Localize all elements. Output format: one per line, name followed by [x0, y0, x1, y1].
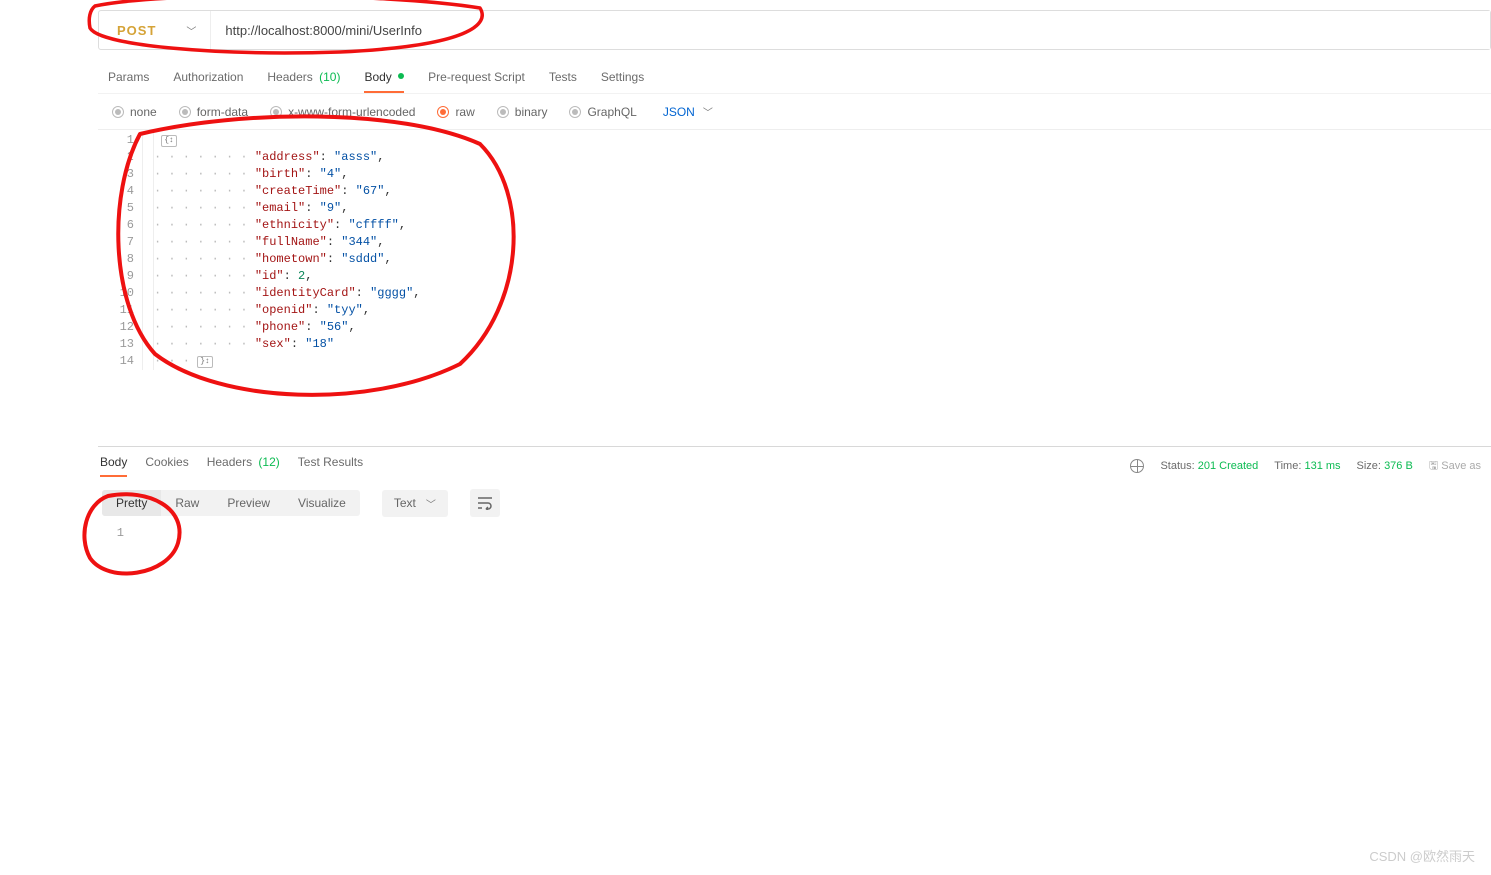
- headers-count: (10): [319, 70, 340, 84]
- tab-settings[interactable]: Settings: [601, 70, 644, 92]
- wrap-lines-button[interactable]: [470, 489, 500, 517]
- body-type-form-data[interactable]: form-data: [179, 105, 248, 119]
- response-tabs: Body Cookies Headers (12) Test Results: [98, 455, 363, 477]
- chevron-down-icon: ﹀: [186, 23, 196, 38]
- resp-tab-body[interactable]: Body: [100, 455, 127, 477]
- body-type-none[interactable]: none: [112, 105, 157, 119]
- watermark: CSDN @欧然雨天: [1369, 846, 1475, 865]
- save-response-button[interactable]: 🖫 Save as: [1429, 457, 1481, 476]
- http-method-label: POST: [117, 23, 156, 38]
- body-type-binary[interactable]: binary: [497, 105, 548, 119]
- size-block: Size: 376 B: [1357, 460, 1413, 472]
- body-type-raw[interactable]: raw: [437, 105, 474, 119]
- tab-tests[interactable]: Tests: [549, 70, 577, 92]
- body-type-graphql[interactable]: GraphQL: [569, 105, 636, 119]
- view-preview[interactable]: Preview: [213, 490, 284, 516]
- resp-tab-cookies[interactable]: Cookies: [145, 455, 188, 477]
- body-type-urlencoded[interactable]: x-www-form-urlencoded: [270, 105, 415, 119]
- body-language-dropdown[interactable]: JSON ﹀: [663, 104, 713, 119]
- tab-prerequest[interactable]: Pre-request Script: [428, 70, 525, 92]
- resp-tab-test-results[interactable]: Test Results: [298, 455, 363, 477]
- view-pretty[interactable]: Pretty: [102, 490, 161, 516]
- tab-authorization[interactable]: Authorization: [173, 70, 243, 92]
- view-mode-segmented: Pretty Raw Preview Visualize: [102, 490, 360, 516]
- http-method-dropdown[interactable]: POST ﹀: [99, 11, 211, 49]
- body-language-label: JSON: [663, 105, 695, 119]
- resp-tab-headers[interactable]: Headers (12): [207, 455, 280, 477]
- request-url-bar: POST ﹀: [98, 10, 1491, 50]
- globe-icon[interactable]: [1130, 459, 1144, 473]
- fold-column: [142, 132, 154, 370]
- tab-params[interactable]: Params: [108, 70, 149, 92]
- chevron-down-icon: ﹀: [426, 496, 436, 511]
- code-area[interactable]: {↕· · · · · · · "address": "asss",· · · …: [154, 132, 1491, 370]
- response-view-controls: Pretty Raw Preview Visualize Text ﹀: [98, 477, 1491, 525]
- view-visualize[interactable]: Visualize: [284, 490, 360, 516]
- tab-headers-label: Headers: [267, 70, 312, 84]
- response-format-dropdown[interactable]: Text ﹀: [382, 490, 448, 517]
- body-type-row: none form-data x-www-form-urlencoded raw…: [98, 93, 1491, 130]
- chevron-down-icon: ﹀: [703, 104, 713, 119]
- url-input[interactable]: [211, 11, 1490, 49]
- request-tabs: Params Authorization Headers (10) Body P…: [98, 56, 1491, 92]
- tab-headers[interactable]: Headers (10): [267, 70, 340, 92]
- response-header: Body Cookies Headers (12) Test Results S…: [98, 447, 1491, 477]
- line-gutter: 1: [98, 525, 132, 542]
- response-body-editor[interactable]: 1: [98, 525, 1491, 542]
- modified-dot-icon: [398, 73, 404, 79]
- view-raw[interactable]: Raw: [161, 490, 213, 516]
- code-area[interactable]: [132, 525, 1491, 542]
- response-meta: Status: 201 Created Time: 131 ms Size: 3…: [1130, 457, 1481, 476]
- status-block: Status: 201 Created: [1160, 460, 1258, 472]
- line-gutter: 1234567891011121314: [98, 132, 142, 370]
- tab-body-label: Body: [364, 70, 391, 84]
- tab-body[interactable]: Body: [364, 70, 404, 92]
- request-body-editor[interactable]: 1234567891011121314 {↕· · · · · · · "add…: [98, 130, 1491, 370]
- time-block: Time: 131 ms: [1274, 460, 1340, 472]
